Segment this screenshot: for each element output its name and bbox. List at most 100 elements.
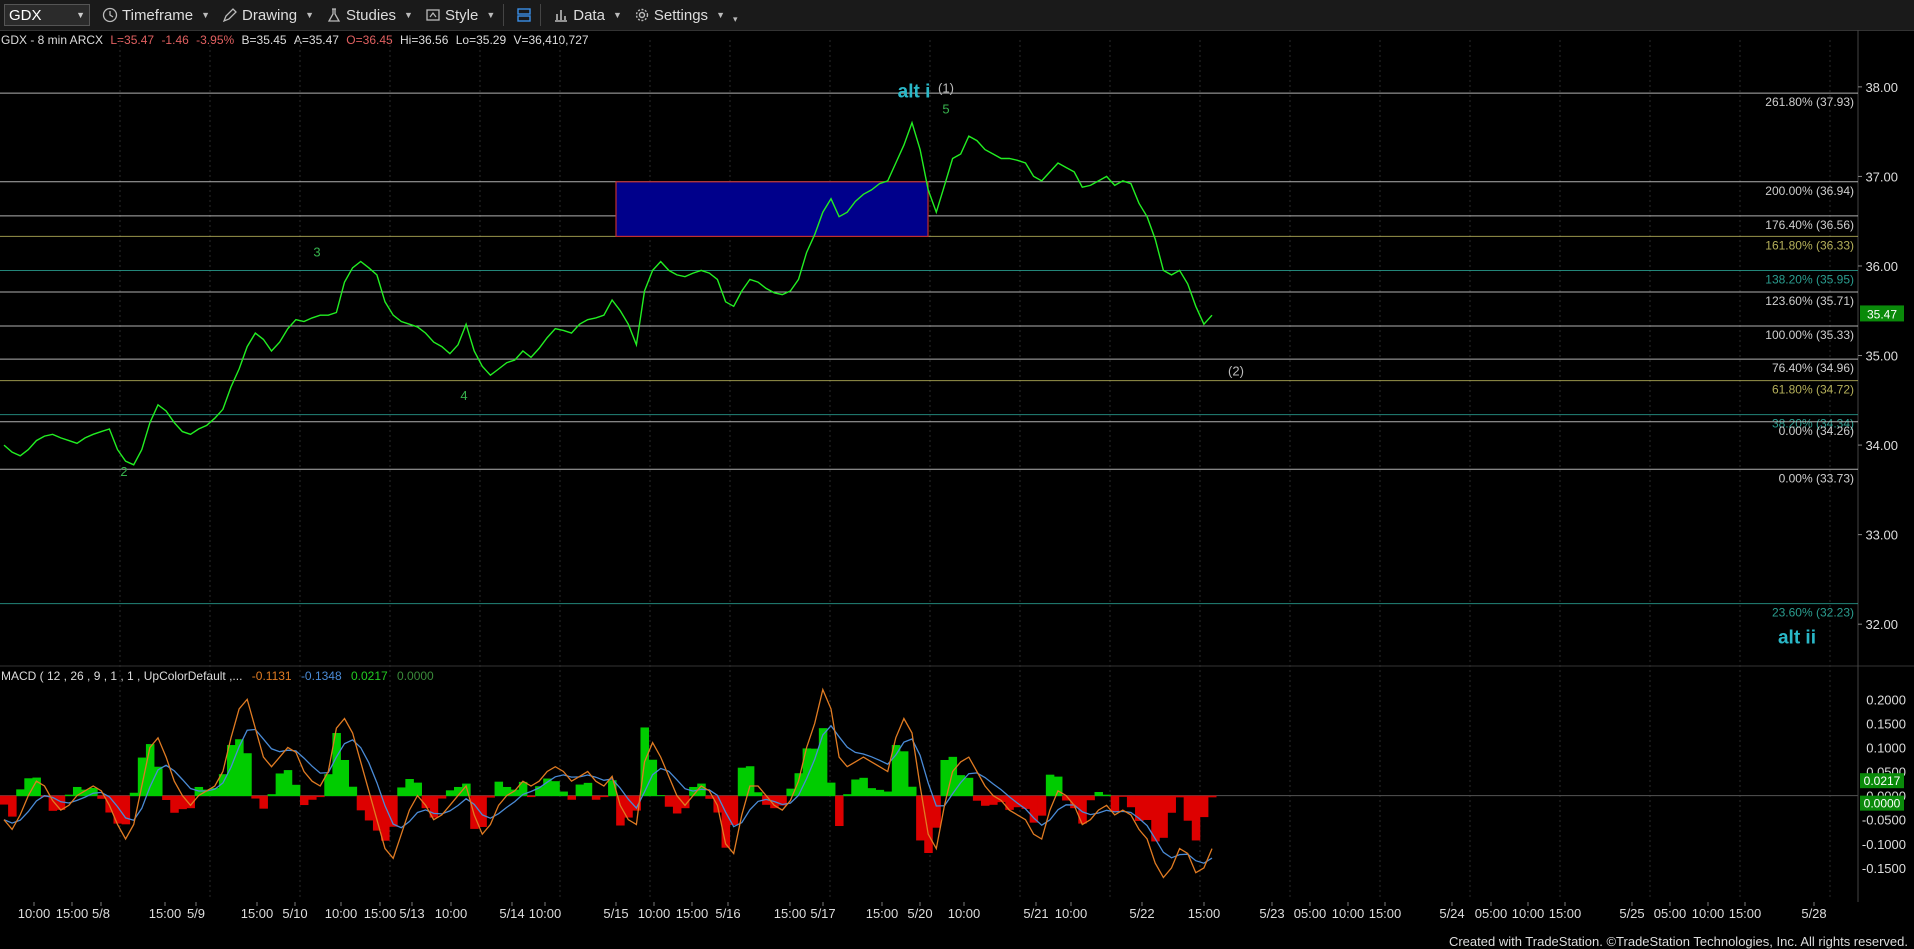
time-tick-label: 15:00	[1729, 906, 1762, 921]
time-tick-label: 10:00	[638, 906, 671, 921]
macd-histogram-bar	[883, 791, 893, 797]
drawing-menu[interactable]: Drawing ▼	[222, 7, 314, 24]
macd-histogram-bar	[526, 795, 536, 798]
fib-label: 0.00% (34.26)	[1779, 424, 1854, 438]
time-tick-label: 5/24	[1439, 906, 1464, 921]
macd-tick-label: 0.1000	[1866, 740, 1906, 755]
time-tick-label: 15:00	[241, 906, 274, 921]
data-label: Data	[573, 6, 605, 24]
drawing-label: Drawing	[242, 6, 298, 24]
studies-menu[interactable]: Studies ▼	[326, 7, 413, 24]
time-tick-label: 5/14	[499, 906, 524, 921]
studies-caret-icon: ▼	[404, 10, 413, 20]
time-tick-label: 10:00	[1692, 906, 1725, 921]
macd-histogram-bar	[299, 795, 309, 806]
chart-area[interactable]: 261.80% (37.93) 200.00% (36.94) 176.40% (3…	[0, 30, 1914, 949]
macd-histogram-bar	[0, 795, 9, 805]
time-axis[interactable]: 10:00 15:00 5/8 15:00 5/9 15:00 5/10 10:00 15:00…	[0, 902, 1914, 924]
wave-label: (1)	[938, 81, 954, 96]
macd-histogram-bar	[178, 795, 187, 810]
macd-histogram-bar	[372, 795, 382, 831]
macd-histogram-bar	[1208, 795, 1217, 798]
macd-histogram-bar	[162, 795, 171, 800]
fib-label: 0.00% (33.73)	[1779, 471, 1854, 485]
price-tick-label: 33.00	[1865, 528, 1898, 543]
macd-tick-label: -0.0500	[1862, 813, 1906, 828]
style-menu[interactable]: Style ▼	[425, 7, 495, 24]
price-axis[interactable]: 38.00 37.00 36.00 35.00 34.00 33.00 32.00 35.47	[1858, 80, 1904, 632]
macd-histogram-bar	[591, 795, 601, 800]
macd-histogram-bar	[267, 794, 277, 797]
studies-label: Studies	[346, 6, 397, 24]
macd-histogram-bar	[567, 795, 577, 800]
macd-histogram-bar	[672, 795, 682, 814]
wave-label: 3	[313, 245, 320, 260]
macd-histogram-bar	[753, 792, 763, 797]
timeframe-label: Timeframe	[122, 6, 194, 24]
macd-histogram-bar	[867, 788, 876, 797]
macd-histogram-bar	[129, 792, 139, 797]
time-tick-label: 5/20	[907, 906, 932, 921]
timeframe-menu[interactable]: Timeframe ▼	[102, 7, 210, 24]
macd-histogram-bar	[8, 795, 17, 817]
macd-axis[interactable]: 0.20000.15000.10000.05000.0000-0.0500-0.…	[1857, 680, 1906, 892]
macd-histogram-bar	[583, 782, 593, 797]
time-tick-label: 10:00	[325, 906, 358, 921]
macd-histogram-bar	[1086, 795, 1095, 801]
fib-label: 100.00% (35.33)	[1765, 328, 1854, 342]
layout-button[interactable]	[516, 7, 532, 23]
macd-histogram-bar	[843, 794, 852, 797]
macd-histogram-bar	[121, 795, 131, 825]
data-menu[interactable]: Data ▼	[553, 7, 622, 24]
time-tick-label: 10:00	[529, 906, 562, 921]
fib-label: 161.80% (36.33)	[1765, 238, 1854, 252]
time-tick-label: 5/9	[187, 906, 205, 921]
time-tick-label: 5/28	[1801, 906, 1826, 921]
macd-histogram-bar	[381, 795, 390, 841]
macd-histogram-bar	[308, 795, 317, 800]
macd-histogram-bar	[932, 795, 941, 828]
time-tick-label: 05:00	[1475, 906, 1508, 921]
wave-label: alt ii	[1778, 628, 1816, 649]
chevron-down-icon[interactable]: ▼	[76, 10, 85, 20]
macd-histogram-bar	[648, 759, 658, 797]
time-tick-label: 5/22	[1129, 906, 1154, 921]
overflow-caret-icon[interactable]: ▾	[733, 14, 738, 25]
fib-levels: 261.80% (37.93) 200.00% (36.94) 176.40% (3…	[0, 92, 1858, 620]
macd-value-tag-label: 0.0000	[1864, 797, 1901, 811]
fib-label: 138.20% (35.95)	[1765, 272, 1854, 286]
macd-histogram-bar	[243, 753, 252, 797]
macd-histogram-bar	[397, 787, 406, 797]
price-tick-label: 38.00	[1865, 80, 1898, 95]
macd-histogram-bar	[664, 795, 674, 807]
macd-tick-label: -0.1000	[1862, 837, 1906, 852]
time-tick-label: 10:00	[435, 906, 468, 921]
wave-label: 2	[120, 464, 127, 479]
timeframe-caret-icon: ▼	[201, 10, 211, 20]
macd-histogram-bar	[835, 795, 844, 827]
wave-label: (2)	[1228, 364, 1244, 379]
clock-icon	[102, 7, 118, 23]
style-icon	[426, 9, 440, 21]
macd-histogram-bar	[24, 778, 33, 797]
macd-histogram-bar	[818, 728, 828, 797]
macd-histogram-bar	[137, 757, 147, 797]
macd-histogram-bar	[599, 795, 609, 798]
time-tick-label: 15:00	[774, 906, 807, 921]
macd-histogram-bar	[170, 795, 179, 813]
fib-label: 123.60% (35.71)	[1765, 294, 1854, 308]
gear-icon	[635, 8, 649, 22]
macd-histogram-bar	[1159, 795, 1168, 838]
settings-menu[interactable]: Settings ▼ ▾	[634, 6, 738, 25]
macd-panel	[0, 687, 1858, 879]
macd-histogram-bar	[1094, 792, 1103, 797]
macd-histogram-bar	[713, 795, 722, 813]
macd-histogram-bar	[413, 782, 422, 797]
macd-histogram-bar	[559, 791, 568, 797]
settings-caret-icon: ▼	[716, 10, 725, 20]
macd-histogram-bar	[283, 770, 293, 797]
bar-chart-icon	[555, 10, 568, 22]
time-tick-label: 15:00	[1369, 906, 1402, 921]
macd-histogram-bar	[445, 790, 455, 797]
symbol-input[interactable]: GDX ▼	[4, 4, 90, 26]
